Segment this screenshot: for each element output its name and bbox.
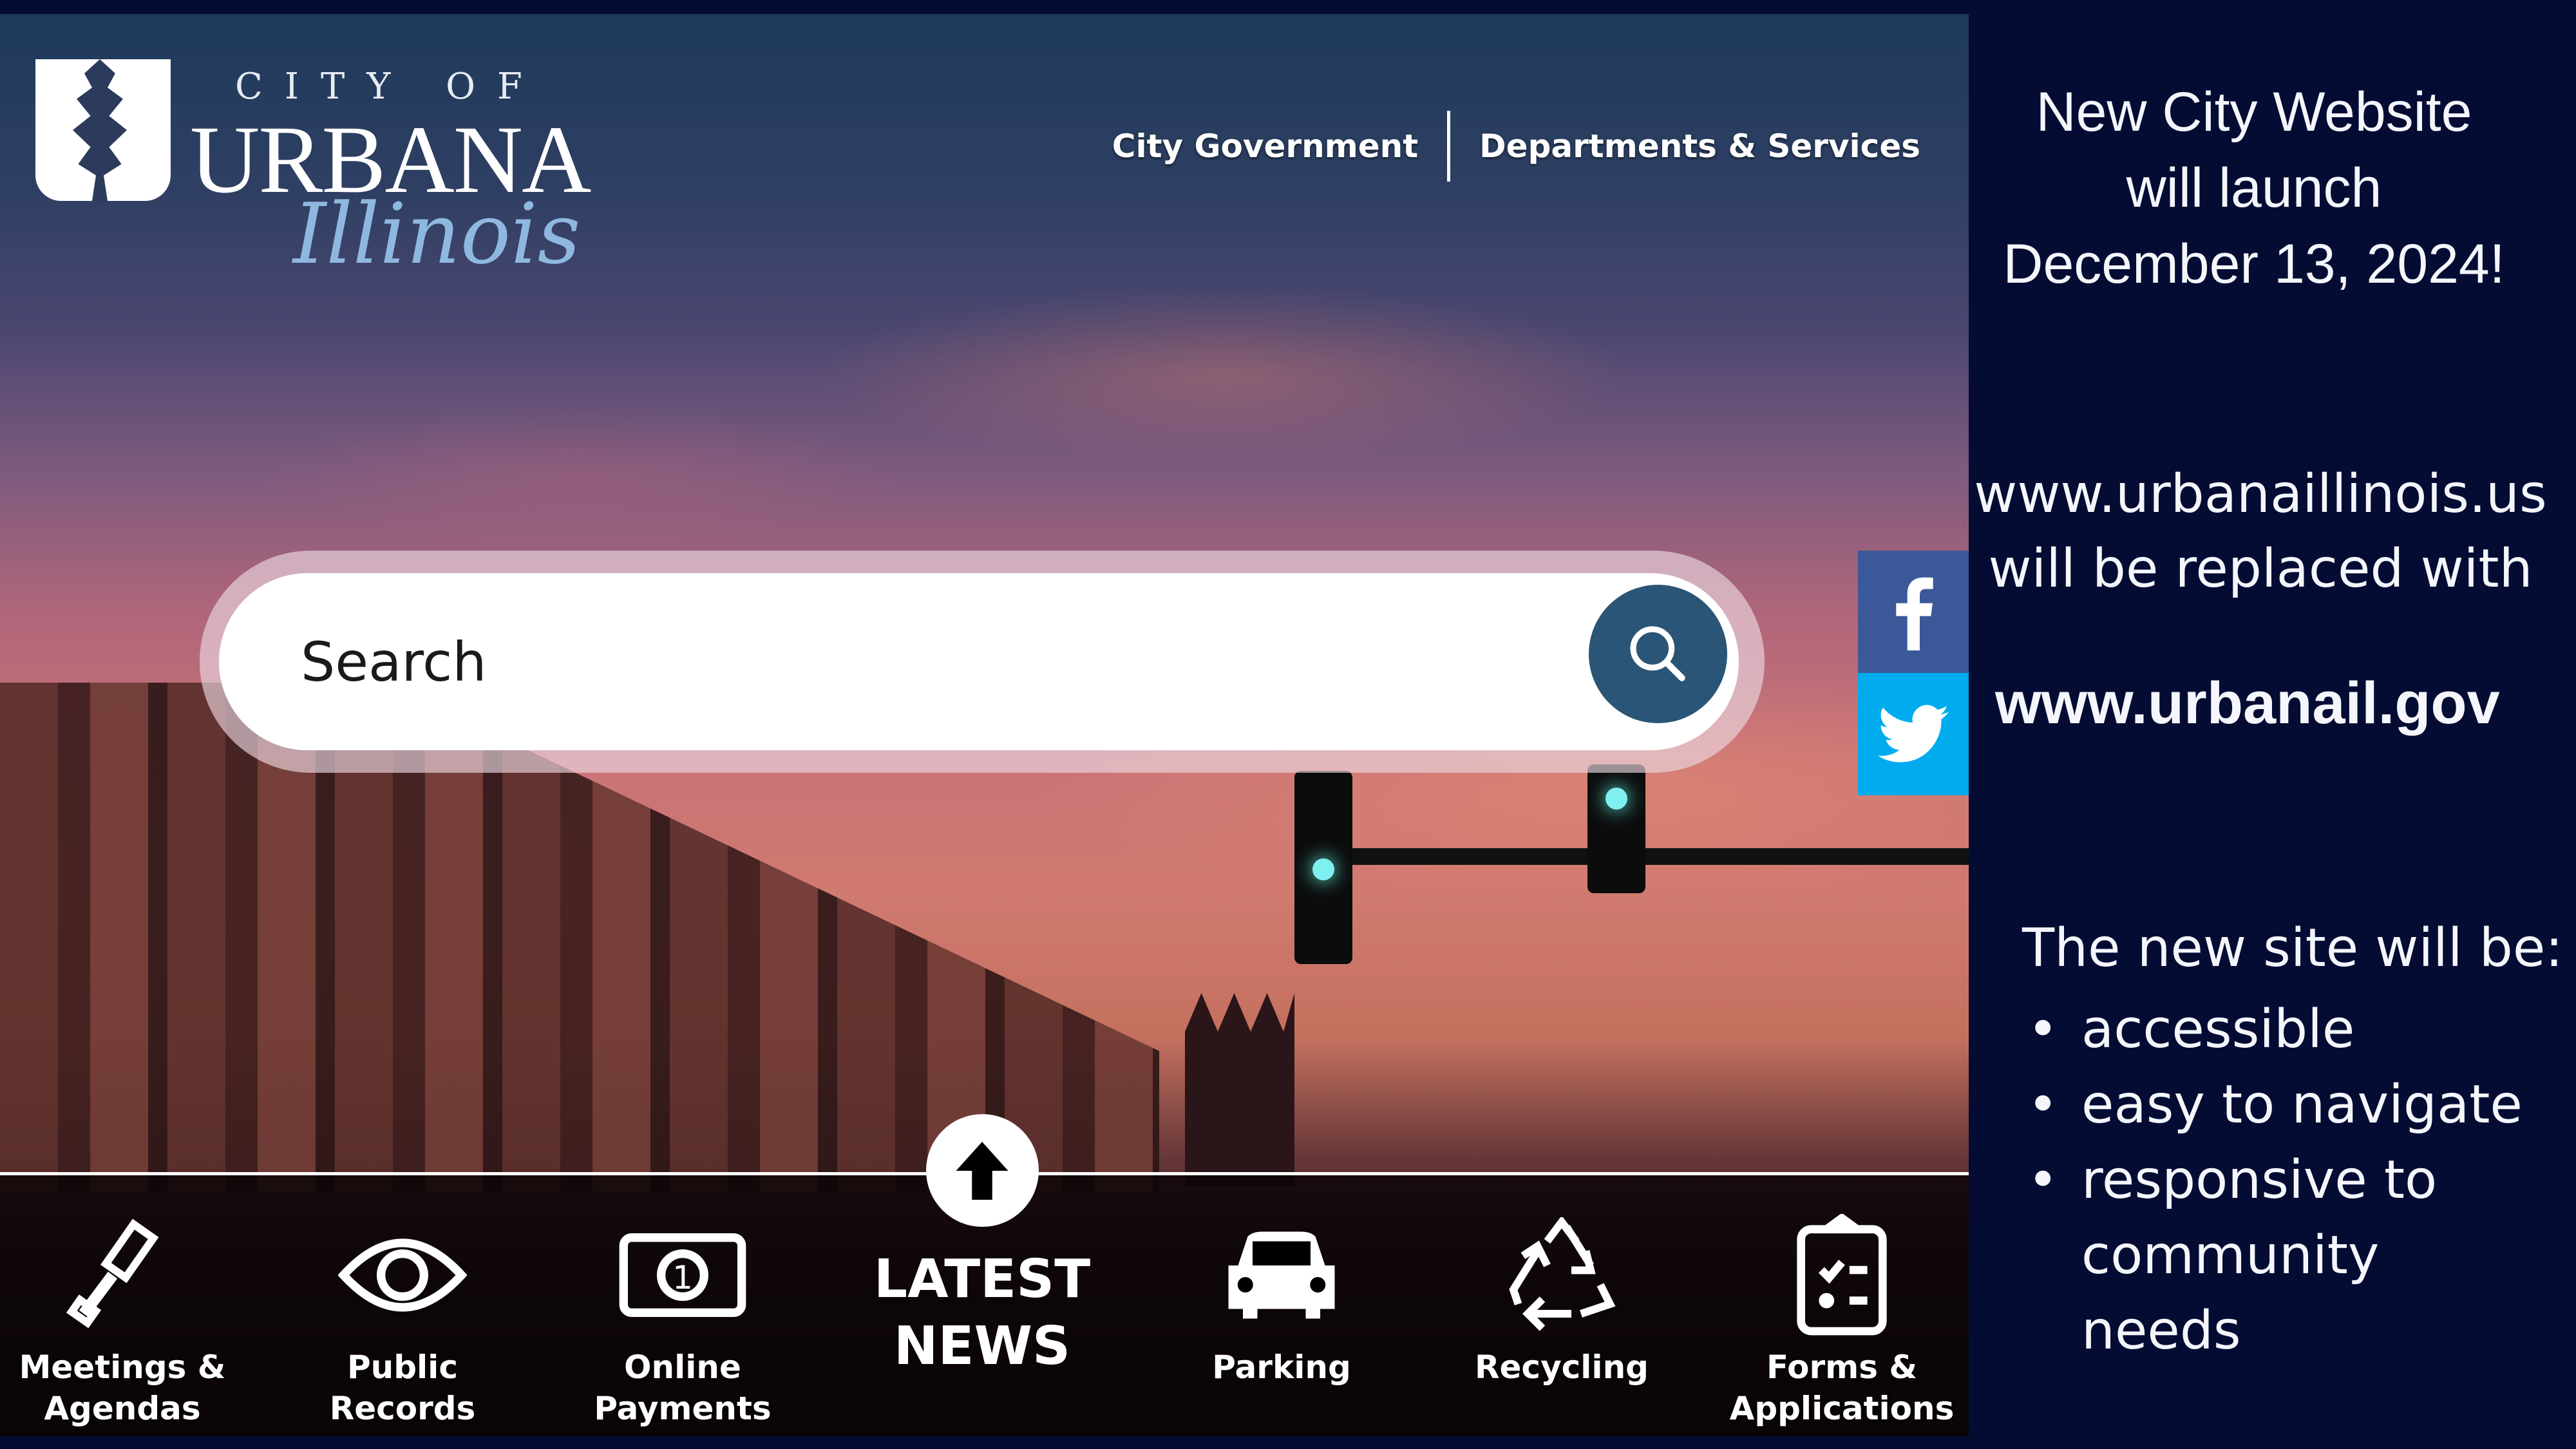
quicklink-recycling[interactable]: Recycling (1446, 1214, 1678, 1388)
quicklink-public-records[interactable]: Public Records (287, 1214, 518, 1429)
logo-illinois: Illinois (293, 185, 581, 283)
nav-city-government[interactable]: City Government (1083, 128, 1447, 165)
feature-item: accessible (2022, 992, 2532, 1067)
tower-silhouette (1185, 993, 1294, 1186)
car-icon (1228, 1231, 1335, 1319)
old-url-notice: www.urbanaillinois.us will be replaced w… (1974, 464, 2547, 600)
clipboard-icon (1797, 1214, 1887, 1336)
search-container (200, 551, 1765, 773)
search-input[interactable] (299, 629, 1526, 694)
recycle-icon (1509, 1217, 1616, 1331)
quicklink-forms-applications[interactable]: Forms & Applications (1726, 1214, 1958, 1429)
search-button[interactable] (1589, 585, 1727, 723)
scroll-up-button[interactable] (925, 1114, 1039, 1227)
arrow-up-icon (956, 1141, 1009, 1200)
nav-departments-services[interactable]: Departments & Services (1450, 128, 1949, 165)
search-icon (1629, 625, 1685, 681)
eye-icon (338, 1238, 467, 1312)
feature-item: responsive to community needs (2022, 1142, 2532, 1368)
facebook-icon (1896, 577, 1933, 650)
svg-text:1: 1 (672, 1259, 693, 1296)
social-links (1858, 551, 1969, 795)
gavel-icon (66, 1218, 159, 1329)
city-logo[interactable]: CITY OF URBANA Illinois (35, 59, 591, 285)
feature-item: easy to navigate (2022, 1067, 2532, 1142)
features-list: accessible easy to navigate responsive t… (2022, 992, 2532, 1368)
dollar-bill-icon: 1 (619, 1233, 746, 1317)
features-heading: The new site will be: (2022, 918, 2563, 979)
quicklink-online-payments[interactable]: 1 Online Payments (567, 1214, 799, 1429)
announcement-panel: New City Website will launch December 13… (1971, 0, 2576, 1449)
quicklink-meetings-agendas[interactable]: Meetings & Agendas (6, 1214, 238, 1429)
twitter-icon (1878, 705, 1949, 762)
launch-headline: New City Website will launch December 13… (2003, 81, 2505, 295)
new-url: www.urbanail.gov (1995, 670, 2500, 736)
facebook-button[interactable] (1858, 551, 1969, 673)
traffic-light-icon (1587, 764, 1645, 893)
traffic-light-icon (1294, 771, 1352, 964)
latest-news-button[interactable]: LATEST NEWS (857, 1114, 1108, 1380)
hero-banner: CITY OF URBANA Illinois City Government … (0, 14, 1969, 1436)
latest-news-label: LATEST NEWS (873, 1249, 1091, 1377)
quicklink-parking[interactable]: Parking (1166, 1214, 1397, 1388)
twitter-button[interactable] (1858, 673, 1969, 795)
search-box (219, 573, 1739, 750)
logo-city-of: CITY OF (235, 66, 544, 108)
top-navigation: City Government Departments & Services (1083, 111, 1949, 182)
